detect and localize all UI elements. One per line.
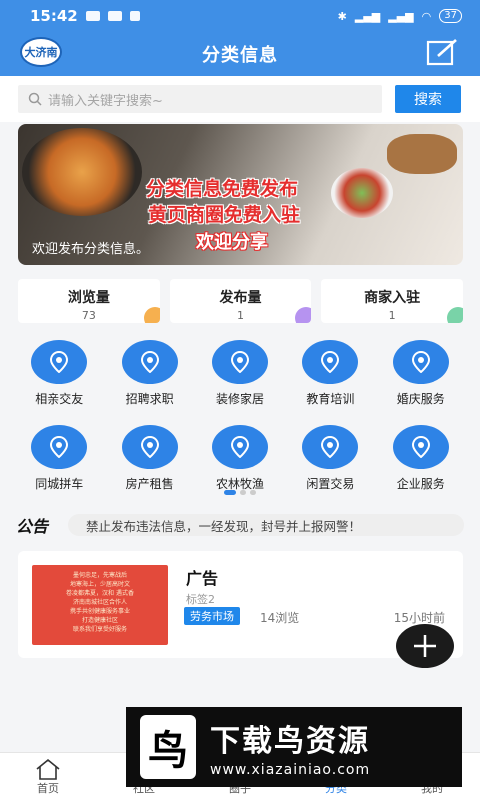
stats-row: 浏览量 73 发布量 1 商家入驻 1	[18, 279, 464, 323]
status-bar: 15:42 ✱ ▂▄▆ ▂▄▆ ◠ 37	[0, 0, 480, 32]
tab-home[interactable]: 首页	[0, 753, 96, 800]
signal-icon: ▂▄▆	[388, 9, 414, 23]
app-logo[interactable]: 大济南	[20, 37, 62, 67]
page-dot	[250, 490, 256, 495]
status-time: 15:42	[30, 7, 78, 25]
page-indicator	[224, 490, 256, 495]
listing-thumbnail: 墨何忠足，先寒战后 地寒海上，少居高时文 卷凌都弗夏，汉和 遇式香 济南南城社区…	[32, 565, 168, 645]
watermark-title: 下载鸟资源	[210, 724, 370, 759]
message-icon	[107, 11, 122, 21]
thumbnail-text: 联系我们享受好服务	[72, 626, 127, 633]
bluetooth-icon: ✱	[337, 9, 347, 23]
search-button[interactable]: 搜索	[395, 85, 461, 113]
food-image	[331, 168, 393, 218]
watermark-text: 下载鸟资源 www.xiazainiao.com	[210, 716, 370, 778]
stat-views[interactable]: 浏览量 73	[18, 279, 160, 323]
page-dot	[224, 490, 236, 495]
battery-icon: 37	[439, 9, 462, 23]
notification-icon	[129, 11, 140, 21]
category-item[interactable]: 招聘求职	[104, 340, 194, 407]
stat-label: 发布量	[219, 290, 262, 306]
search-input[interactable]: 请输入关键字搜索~	[18, 85, 382, 113]
location-pin-icon	[31, 425, 88, 469]
edit-post-icon[interactable]	[426, 38, 458, 66]
banner-headline: 分类信息免费发布	[146, 178, 299, 200]
thumbnail-text: 卷凌都弗夏，汉和 遇式香	[66, 590, 134, 597]
category-item[interactable]: 婚庆服务	[376, 340, 466, 407]
search-placeholder: 请输入关键字搜索~	[48, 93, 163, 109]
promo-banner[interactable]: 分类信息免费发布 黄页商圈免费入驻 欢迎分享 欢迎发布分类信息。	[18, 124, 463, 265]
decorative-dot	[143, 307, 160, 323]
category-item[interactable]: 农林牧渔	[195, 425, 285, 492]
stat-value: 1	[237, 309, 244, 322]
category-grid: 相亲交友 招聘求职 装修家居 教育培训 婚庆服务 同城拼车 房产租售 农林牧渔 …	[14, 340, 466, 492]
thumbnail-text: 打造健康社区	[81, 617, 118, 624]
wifi-icon: ◠	[421, 9, 432, 23]
banner-headline: 欢迎分享	[196, 232, 268, 253]
category-label: 招聘求职	[125, 392, 174, 406]
location-pin-icon	[211, 340, 268, 384]
search-icon	[28, 92, 42, 106]
category-label: 装修家居	[215, 392, 264, 406]
location-pin-icon	[302, 425, 359, 469]
signal-icon: ▂▄▆	[354, 9, 381, 23]
category-item[interactable]: 企业服务	[376, 425, 466, 492]
stat-label: 浏览量	[67, 290, 110, 306]
search-bar: 请输入关键字搜索~ 搜索	[0, 76, 480, 122]
stat-value: 73	[81, 309, 96, 322]
announcement-text[interactable]: 禁止发布违法信息，一经发现，封号并上报网警！	[68, 514, 464, 536]
location-pin-icon	[211, 425, 268, 469]
announcement-bar: 公告 禁止发布违法信息，一经发现，封号并上报网警！	[16, 513, 464, 537]
category-label: 同城拼车	[35, 477, 84, 491]
stat-value: 1	[388, 309, 396, 322]
banner-caption: 欢迎发布分类信息。	[32, 242, 150, 257]
category-label: 相亲交友	[35, 392, 84, 406]
category-label: 企业服务	[396, 477, 445, 491]
decorative-dot	[447, 307, 464, 323]
plus-icon	[414, 635, 436, 657]
listing-views: 14浏览	[260, 611, 300, 625]
home-icon	[36, 758, 60, 780]
location-pin-icon	[392, 340, 449, 384]
category-label: 闲置交易	[306, 477, 355, 491]
category-label: 婚庆服务	[396, 392, 445, 406]
food-image	[387, 134, 457, 174]
category-label: 房产租售	[125, 477, 174, 491]
listing-category-tag[interactable]: 劳务市场	[184, 607, 240, 625]
thumbnail-text: 济南南城社区合作人	[72, 599, 127, 606]
location-pin-icon	[31, 340, 88, 384]
stat-merchants[interactable]: 商家入驻 1	[321, 279, 464, 323]
thumbnail-text: 携手共创健康服务事业	[69, 608, 130, 615]
listing-subtitle: 标签2	[186, 593, 215, 606]
location-pin-icon	[302, 340, 359, 384]
category-item[interactable]: 同城拼车	[14, 425, 104, 492]
category-item[interactable]: 教育培训	[285, 340, 375, 407]
announcement-label: 公告	[16, 517, 49, 536]
page-title: 分类信息	[202, 45, 278, 66]
tab-label: 首页	[37, 782, 59, 795]
stat-label: 商家入驻	[364, 290, 421, 306]
page-dot	[240, 490, 246, 495]
watermark-url: www.xiazainiao.com	[210, 762, 371, 778]
add-post-button[interactable]	[396, 624, 454, 668]
listing-title: 广告	[186, 569, 219, 588]
food-image	[22, 128, 142, 216]
category-item[interactable]: 房产租售	[104, 425, 194, 492]
category-item[interactable]: 装修家居	[195, 340, 285, 407]
location-pin-icon	[121, 425, 178, 469]
banner-headline: 黄页商圈免费入驻	[148, 204, 301, 226]
decorative-dot	[295, 307, 312, 323]
location-pin-icon	[392, 425, 449, 469]
category-label: 教育培训	[306, 392, 355, 406]
thumbnail-text: 地寒海上，少居高时文	[69, 581, 130, 588]
watermark-logo: 鸟	[140, 715, 196, 779]
watermark-overlay: 鸟 下载鸟资源 www.xiazainiao.com	[126, 707, 462, 787]
app-header: 大济南 分类信息	[0, 32, 480, 76]
category-item[interactable]: 闲置交易	[285, 425, 375, 492]
stat-posts[interactable]: 发布量 1	[169, 279, 312, 323]
message-icon	[85, 11, 100, 21]
location-pin-icon	[121, 340, 178, 384]
category-item[interactable]: 相亲交友	[14, 340, 104, 407]
thumbnail-text: 墨何忠足，先寒战后	[72, 572, 127, 579]
